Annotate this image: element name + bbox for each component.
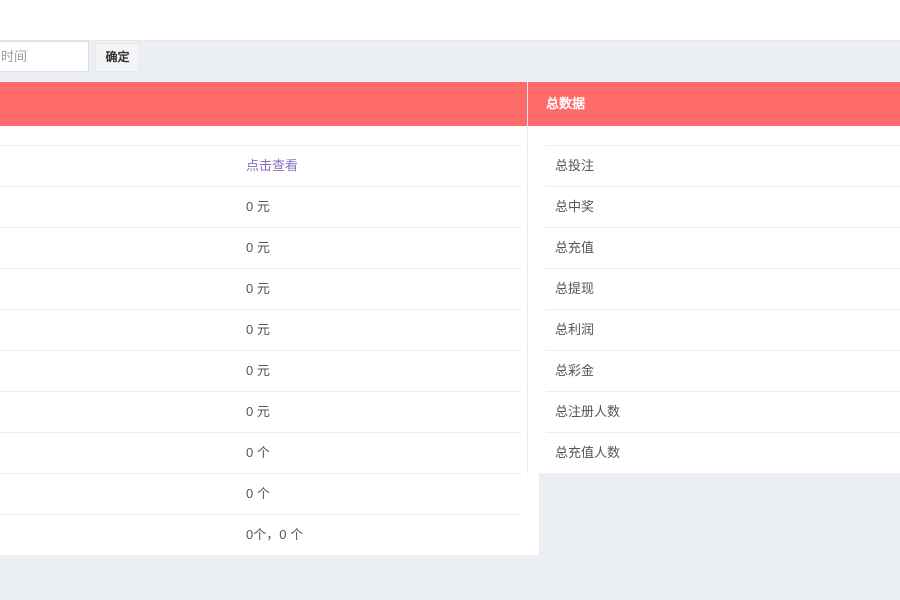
total-row-recharge-users: 总充值人数	[546, 432, 900, 473]
total-data-header: 总数据	[528, 82, 900, 126]
total-row-recharge: 总充值	[546, 227, 900, 268]
total-row-profit: 总利润	[546, 309, 900, 350]
total-row-withdraw: 总提现	[546, 268, 900, 309]
row-value: 0 元	[246, 404, 270, 419]
total-row-registered: 总注册人数	[546, 391, 900, 432]
table-row: 0 元	[0, 350, 521, 391]
row-value: 0 个	[246, 445, 270, 460]
row-value: 0个，0 个	[246, 527, 304, 542]
table-row: 0 元	[0, 227, 521, 268]
table-row: 0个，0 个	[0, 514, 521, 555]
row-value: 0 个	[246, 486, 270, 501]
table-row: 0 个	[0, 432, 521, 473]
row-value: 0 元	[246, 199, 270, 214]
total-row-win: 总中奖	[546, 186, 900, 227]
table-row: 0 元	[0, 309, 521, 350]
table-row: 0 元	[0, 186, 521, 227]
view-details-link[interactable]: 点击查看	[246, 146, 298, 186]
row-value: 0 元	[246, 363, 270, 378]
table-row: 0 元	[0, 268, 521, 309]
left-panel-header	[0, 82, 527, 126]
table-row: 0 个	[0, 473, 521, 514]
row-value: 0 元	[246, 322, 270, 337]
time-input[interactable]	[0, 41, 89, 72]
table-row: 0 元	[0, 391, 521, 432]
row-value: 0 元	[246, 281, 270, 296]
confirm-button[interactable]: 确定	[95, 43, 140, 72]
table-row: 点击查看	[0, 145, 521, 186]
top-bar	[0, 0, 900, 41]
total-data-panel: 总数据 总投注 总中奖 总充值 总提现 总利润 总彩金 总注册人数 总充值人数	[527, 82, 900, 473]
stats-panel-left: 点击查看 0 元 0 元 0 元 0 元 0 元 0 元 0 个 0 个 0个，…	[0, 82, 539, 555]
total-row-bonus: 总彩金	[546, 350, 900, 391]
row-value: 0 元	[246, 240, 270, 255]
filter-row: 确定	[0, 41, 900, 81]
total-row-bet: 总投注	[546, 145, 900, 186]
